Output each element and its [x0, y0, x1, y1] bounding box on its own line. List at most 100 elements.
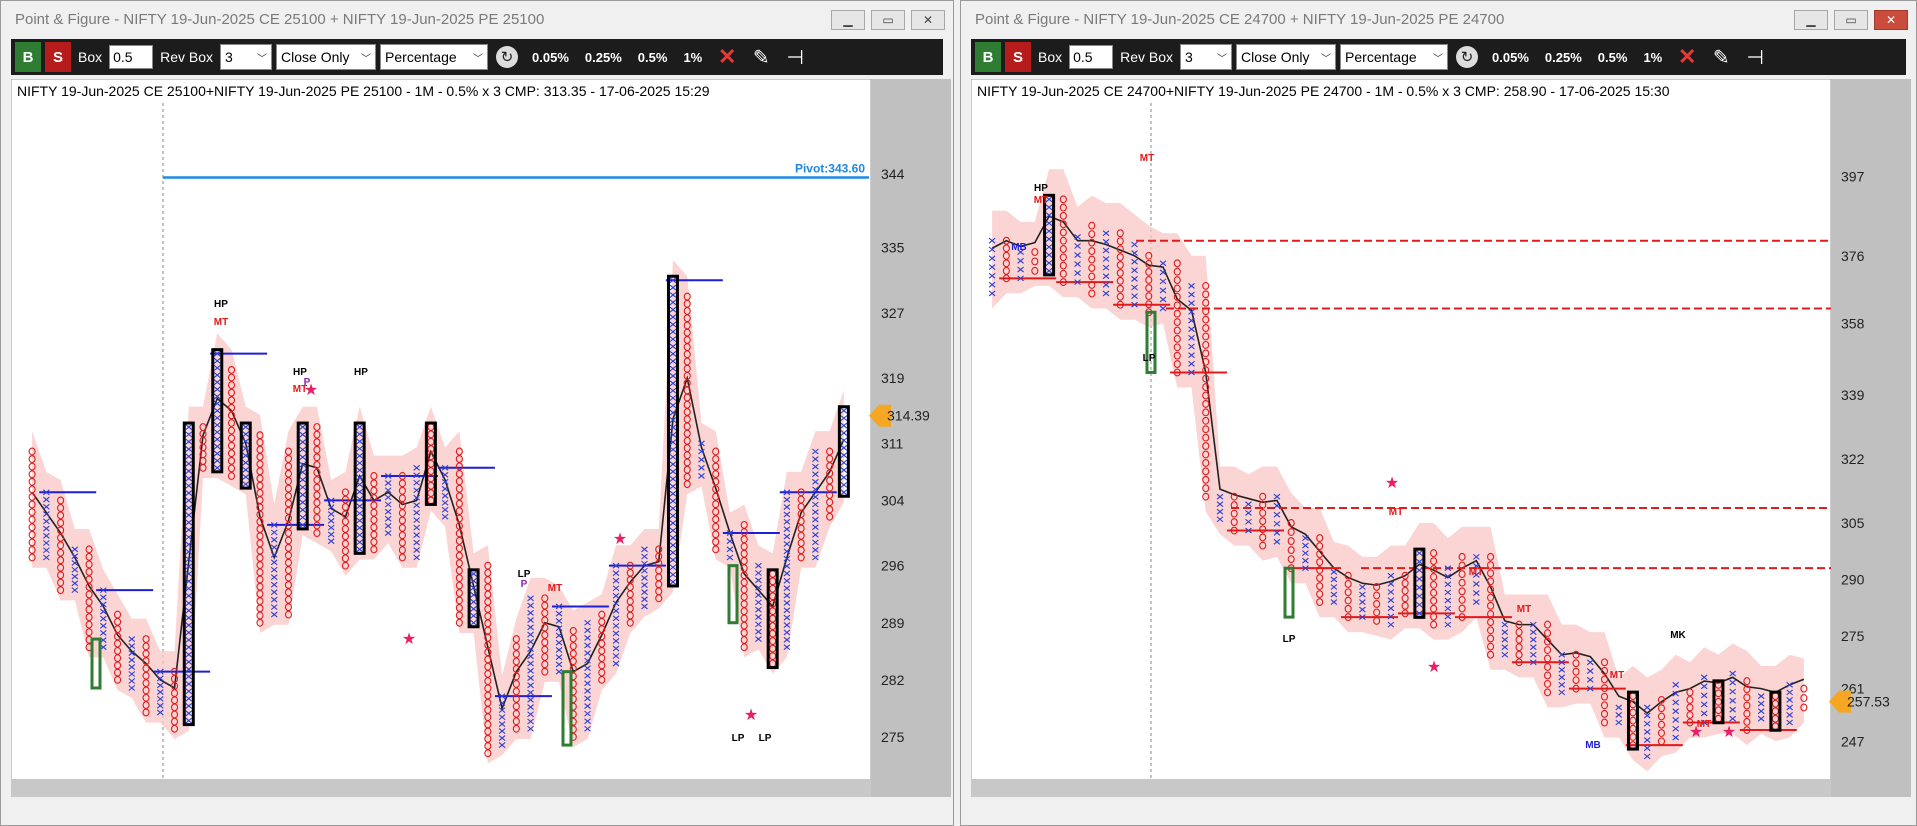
sell-button[interactable]: S [45, 42, 71, 72]
star-marker: ★ [402, 631, 416, 648]
delete-icon[interactable]: ✕ [712, 44, 742, 70]
delete-icon[interactable]: ✕ [1672, 44, 1702, 70]
pivot-label: Pivot:343.60 [795, 162, 865, 176]
star-marker: ★ [1722, 724, 1736, 741]
chevron-down-icon: ﹀ [1217, 53, 1228, 65]
price-mode-select[interactable]: Close Only ﹀ [1236, 44, 1337, 70]
rev-box-select[interactable]: 3 ﹀ [1180, 44, 1233, 70]
pnf-chart-right[interactable]: NIFTY 19-Jun-2025 CE 24700+NIFTY 19-Jun-… [970, 78, 1911, 798]
title-bar[interactable]: Point & Figure - NIFTY 19-Jun-2025 CE 25… [1, 1, 953, 37]
sell-button[interactable]: S [1005, 42, 1031, 72]
maximize-icon: ▭ [1845, 13, 1857, 27]
minimize-icon: ▁ [843, 13, 853, 27]
pattern-annotation: HP [214, 299, 228, 310]
star-marker: ★ [1689, 724, 1703, 741]
pattern-annotation: MT [214, 317, 228, 328]
scale-mode-select[interactable]: Percentage ﹀ [380, 44, 489, 70]
y-tick-label: 376 [1841, 248, 1865, 264]
rev-box-select[interactable]: 3 ﹀ [220, 44, 273, 70]
buy-button[interactable]: B [975, 42, 1001, 72]
maximize-icon: ▭ [882, 13, 894, 27]
pin-icon[interactable]: ⊣ [1740, 45, 1770, 70]
refresh-icon[interactable]: ↻ [1456, 46, 1479, 68]
y-tick-label: 275 [1841, 628, 1865, 644]
star-marker: ★ [1385, 475, 1399, 492]
chart-header: NIFTY 19-Jun-2025 CE 25100+NIFTY 19-Jun-… [17, 83, 710, 99]
chart-toolbar: B S Box 0.5 Rev Box 3 ﹀ Close Only ﹀ Perce… [971, 39, 1906, 75]
rev-box-label: Rev Box [160, 49, 214, 65]
minimize-button[interactable]: ▁ [1794, 10, 1828, 30]
pattern-annotation: HP [1034, 183, 1048, 194]
y-tick-label: 319 [881, 370, 905, 386]
rev-box-label: Rev Box [1120, 49, 1174, 65]
y-tick-label: 289 [881, 615, 905, 631]
pct-button-1[interactable]: 0.25% [579, 50, 628, 65]
pattern-annotation: MT [1140, 153, 1154, 164]
pattern-annotation: MT [1610, 670, 1624, 681]
pattern-annotation: MK [1670, 630, 1686, 641]
horizontal-scrollbar [971, 779, 1831, 797]
pct-button-2[interactable]: 0.5% [1592, 50, 1634, 65]
maximize-button[interactable]: ▭ [871, 10, 905, 30]
pattern-annotation: MT [1469, 567, 1483, 578]
price-mode-select[interactable]: Close Only ﹀ [276, 44, 377, 70]
current-price-label: 257.53 [1847, 694, 1890, 710]
maximize-button[interactable]: ▭ [1834, 10, 1868, 30]
rev-box-value: 3 [1185, 49, 1193, 65]
chevron-down-icon: ﹀ [1433, 53, 1444, 65]
close-button[interactable]: ✕ [1874, 10, 1908, 30]
pattern-annotation: LP [1283, 634, 1296, 645]
y-tick-label: 322 [1841, 451, 1865, 467]
pattern-annotation: HP [354, 367, 368, 378]
price-mode-value: Close Only [1241, 49, 1310, 65]
y-tick-label: 335 [881, 240, 905, 256]
minimize-icon: ▁ [1806, 13, 1816, 27]
chevron-down-icon: ﹀ [257, 53, 268, 65]
horizontal-scrollbar [11, 779, 871, 797]
box-label: Box [1038, 49, 1063, 65]
pin-icon[interactable]: ⊣ [780, 45, 810, 70]
y-tick-label: 358 [1841, 316, 1865, 332]
pnf-window-left: Point & Figure - NIFTY 19-Jun-2025 CE 25… [0, 0, 954, 826]
buy-button[interactable]: B [15, 42, 41, 72]
scale-mode-select[interactable]: Percentage ﹀ [1340, 44, 1449, 70]
box-size-input[interactable]: 0.5 [1069, 45, 1114, 69]
price-mode-value: Close Only [281, 49, 350, 65]
window-title: Point & Figure - NIFTY 19-Jun-2025 CE 24… [975, 11, 1505, 28]
chart-toolbar: B S Box 0.5 Rev Box 3 ﹀ Close Only ﹀ Perce… [11, 39, 943, 75]
chevron-down-icon: ﹀ [1321, 53, 1332, 65]
star-marker: ★ [1427, 659, 1441, 676]
y-tick-label: 275 [881, 729, 905, 745]
chart-area[interactable]: NIFTY 19-Jun-2025 CE 24700+NIFTY 19-Jun-… [970, 78, 1911, 802]
pnf-window-right: Point & Figure - NIFTY 19-Jun-2025 CE 24… [960, 0, 1917, 826]
pct-button-2[interactable]: 0.5% [632, 50, 674, 65]
pnf-chart-left[interactable]: NIFTY 19-Jun-2025 CE 25100+NIFTY 19-Jun-… [10, 78, 951, 826]
pct-button-3[interactable]: 1% [677, 50, 708, 65]
pattern-annotation: P [521, 579, 528, 590]
y-tick-label: 282 [881, 672, 905, 688]
box-label: Box [78, 49, 103, 65]
pattern-annotation: LP [732, 733, 745, 744]
chart-area[interactable]: NIFTY 19-Jun-2025 CE 25100+NIFTY 19-Jun-… [10, 78, 951, 826]
refresh-icon[interactable]: ↻ [496, 46, 519, 68]
pct-button-3[interactable]: 1% [1637, 50, 1668, 65]
pct-button-1[interactable]: 0.25% [1539, 50, 1588, 65]
edit-icon[interactable]: ✎ [746, 45, 776, 70]
pct-button-0[interactable]: 0.05% [526, 50, 575, 65]
edit-icon[interactable]: ✎ [1706, 45, 1736, 70]
title-bar[interactable]: Point & Figure - NIFTY 19-Jun-2025 CE 24… [961, 1, 1916, 37]
box-size-input[interactable]: 0.5 [109, 45, 154, 69]
minimize-button[interactable]: ▁ [831, 10, 865, 30]
close-icon: ✕ [922, 13, 934, 27]
scale-mode-value: Percentage [385, 49, 457, 65]
pattern-annotation: LP [759, 733, 772, 744]
current-price-label: 314.39 [887, 408, 930, 424]
y-tick-label: 304 [881, 492, 905, 508]
y-tick-label: 397 [1841, 169, 1865, 185]
pattern-annotation: MT [1389, 507, 1403, 518]
chevron-down-icon: ﹀ [473, 53, 484, 65]
y-tick-label: 311 [881, 435, 904, 451]
close-button[interactable]: ✕ [911, 10, 945, 30]
pattern-annotation: MT [1034, 195, 1048, 206]
pct-button-0[interactable]: 0.05% [1486, 50, 1535, 65]
